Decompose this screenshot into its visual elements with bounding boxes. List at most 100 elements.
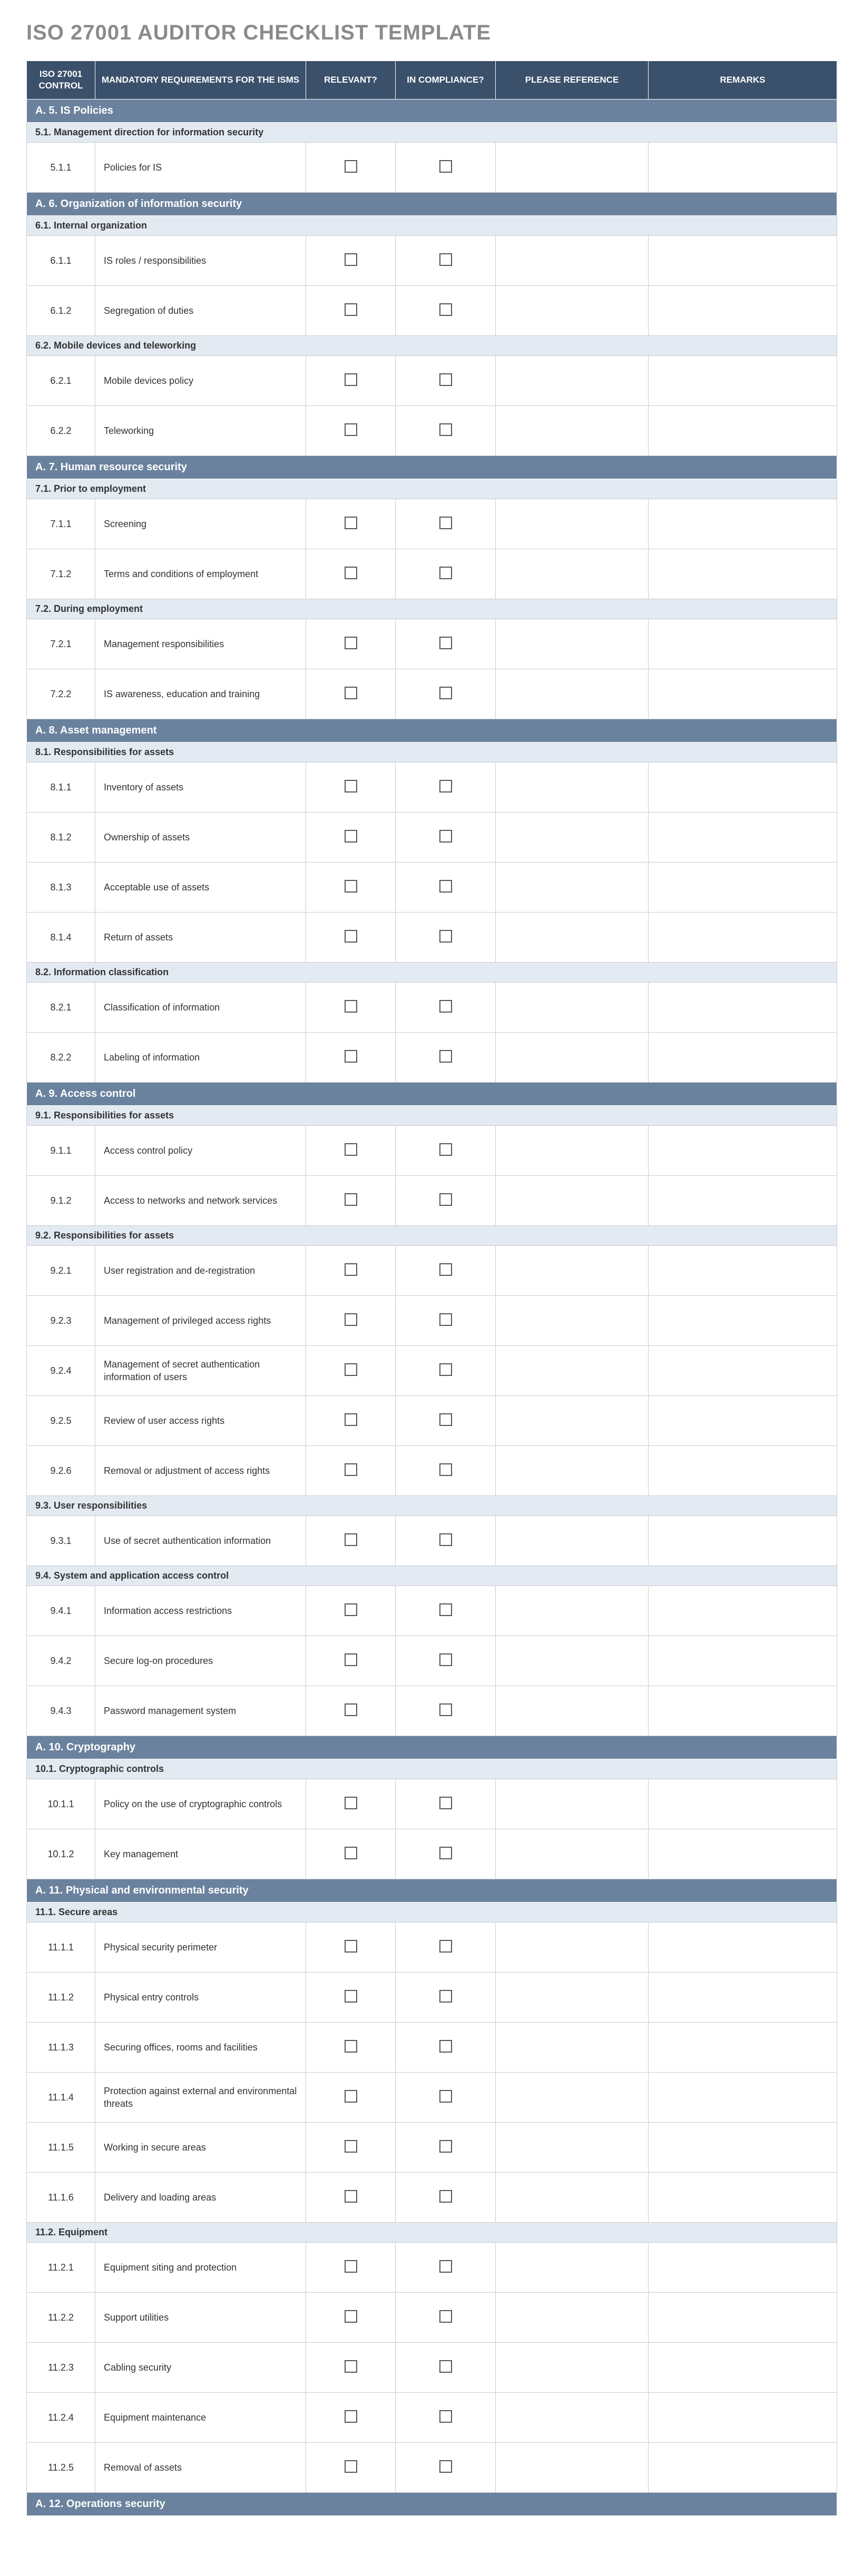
compliance-checkbox[interactable]	[439, 1533, 452, 1546]
remarks-cell[interactable]	[649, 1246, 837, 1296]
remarks-cell[interactable]	[649, 2343, 837, 2393]
remarks-cell[interactable]	[649, 1346, 837, 1396]
reference-cell[interactable]	[496, 1923, 649, 1973]
remarks-cell[interactable]	[649, 2393, 837, 2443]
remarks-cell[interactable]	[649, 1033, 837, 1083]
reference-cell[interactable]	[496, 2073, 649, 2123]
reference-cell[interactable]	[496, 1829, 649, 1879]
relevant-checkbox[interactable]	[345, 2260, 357, 2273]
compliance-checkbox[interactable]	[439, 373, 452, 386]
relevant-checkbox[interactable]	[345, 517, 357, 529]
remarks-cell[interactable]	[649, 2173, 837, 2223]
relevant-checkbox[interactable]	[345, 1263, 357, 1276]
reference-cell[interactable]	[496, 1246, 649, 1296]
remarks-cell[interactable]	[649, 2023, 837, 2073]
remarks-cell[interactable]	[649, 2293, 837, 2343]
relevant-checkbox[interactable]	[345, 1940, 357, 1953]
relevant-checkbox[interactable]	[345, 567, 357, 579]
remarks-cell[interactable]	[649, 1586, 837, 1636]
reference-cell[interactable]	[496, 813, 649, 863]
relevant-checkbox[interactable]	[345, 930, 357, 943]
reference-cell[interactable]	[496, 1446, 649, 1496]
compliance-checkbox[interactable]	[439, 830, 452, 843]
reference-cell[interactable]	[496, 1516, 649, 1566]
reference-cell[interactable]	[496, 2023, 649, 2073]
reference-cell[interactable]	[496, 863, 649, 913]
compliance-checkbox[interactable]	[439, 2260, 452, 2273]
relevant-checkbox[interactable]	[345, 253, 357, 266]
relevant-checkbox[interactable]	[345, 1797, 357, 1809]
reference-cell[interactable]	[496, 236, 649, 286]
remarks-cell[interactable]	[649, 1636, 837, 1686]
remarks-cell[interactable]	[649, 813, 837, 863]
remarks-cell[interactable]	[649, 406, 837, 456]
relevant-checkbox[interactable]	[345, 1050, 357, 1063]
compliance-checkbox[interactable]	[439, 1000, 452, 1013]
compliance-checkbox[interactable]	[439, 2190, 452, 2203]
compliance-checkbox[interactable]	[439, 253, 452, 266]
relevant-checkbox[interactable]	[345, 2410, 357, 2423]
compliance-checkbox[interactable]	[439, 2090, 452, 2103]
compliance-checkbox[interactable]	[439, 880, 452, 893]
remarks-cell[interactable]	[649, 2073, 837, 2123]
compliance-checkbox[interactable]	[439, 687, 452, 699]
remarks-cell[interactable]	[649, 2443, 837, 2493]
remarks-cell[interactable]	[649, 863, 837, 913]
compliance-checkbox[interactable]	[439, 1363, 452, 1376]
reference-cell[interactable]	[496, 619, 649, 669]
relevant-checkbox[interactable]	[345, 1143, 357, 1156]
relevant-checkbox[interactable]	[345, 1603, 357, 1616]
reference-cell[interactable]	[496, 356, 649, 406]
reference-cell[interactable]	[496, 762, 649, 813]
reference-cell[interactable]	[496, 1973, 649, 2023]
compliance-checkbox[interactable]	[439, 2410, 452, 2423]
relevant-checkbox[interactable]	[345, 2360, 357, 2373]
remarks-cell[interactable]	[649, 913, 837, 963]
relevant-checkbox[interactable]	[345, 2090, 357, 2103]
relevant-checkbox[interactable]	[345, 780, 357, 792]
remarks-cell[interactable]	[649, 1686, 837, 1736]
remarks-cell[interactable]	[649, 619, 837, 669]
reference-cell[interactable]	[496, 2393, 649, 2443]
compliance-checkbox[interactable]	[439, 1990, 452, 2003]
compliance-checkbox[interactable]	[439, 1313, 452, 1326]
reference-cell[interactable]	[496, 2123, 649, 2173]
relevant-checkbox[interactable]	[345, 1000, 357, 1013]
reference-cell[interactable]	[496, 1126, 649, 1176]
reference-cell[interactable]	[496, 406, 649, 456]
compliance-checkbox[interactable]	[439, 930, 452, 943]
compliance-checkbox[interactable]	[439, 1940, 452, 1953]
remarks-cell[interactable]	[649, 2243, 837, 2293]
compliance-checkbox[interactable]	[439, 2310, 452, 2323]
relevant-checkbox[interactable]	[345, 637, 357, 649]
reference-cell[interactable]	[496, 143, 649, 193]
relevant-checkbox[interactable]	[345, 1193, 357, 1206]
reference-cell[interactable]	[496, 913, 649, 963]
compliance-checkbox[interactable]	[439, 1603, 452, 1616]
relevant-checkbox[interactable]	[345, 373, 357, 386]
relevant-checkbox[interactable]	[345, 1653, 357, 1666]
compliance-checkbox[interactable]	[439, 1653, 452, 1666]
remarks-cell[interactable]	[649, 762, 837, 813]
reference-cell[interactable]	[496, 1636, 649, 1686]
reference-cell[interactable]	[496, 1396, 649, 1446]
reference-cell[interactable]	[496, 2343, 649, 2393]
reference-cell[interactable]	[496, 2243, 649, 2293]
remarks-cell[interactable]	[649, 1446, 837, 1496]
compliance-checkbox[interactable]	[439, 1413, 452, 1426]
reference-cell[interactable]	[496, 1686, 649, 1736]
remarks-cell[interactable]	[649, 1829, 837, 1879]
compliance-checkbox[interactable]	[439, 1463, 452, 1476]
compliance-checkbox[interactable]	[439, 160, 452, 173]
remarks-cell[interactable]	[649, 1396, 837, 1446]
remarks-cell[interactable]	[649, 499, 837, 549]
reference-cell[interactable]	[496, 1779, 649, 1829]
remarks-cell[interactable]	[649, 669, 837, 719]
relevant-checkbox[interactable]	[345, 303, 357, 316]
reference-cell[interactable]	[496, 499, 649, 549]
remarks-cell[interactable]	[649, 1516, 837, 1566]
compliance-checkbox[interactable]	[439, 517, 452, 529]
relevant-checkbox[interactable]	[345, 880, 357, 893]
relevant-checkbox[interactable]	[345, 2310, 357, 2323]
remarks-cell[interactable]	[649, 1176, 837, 1226]
